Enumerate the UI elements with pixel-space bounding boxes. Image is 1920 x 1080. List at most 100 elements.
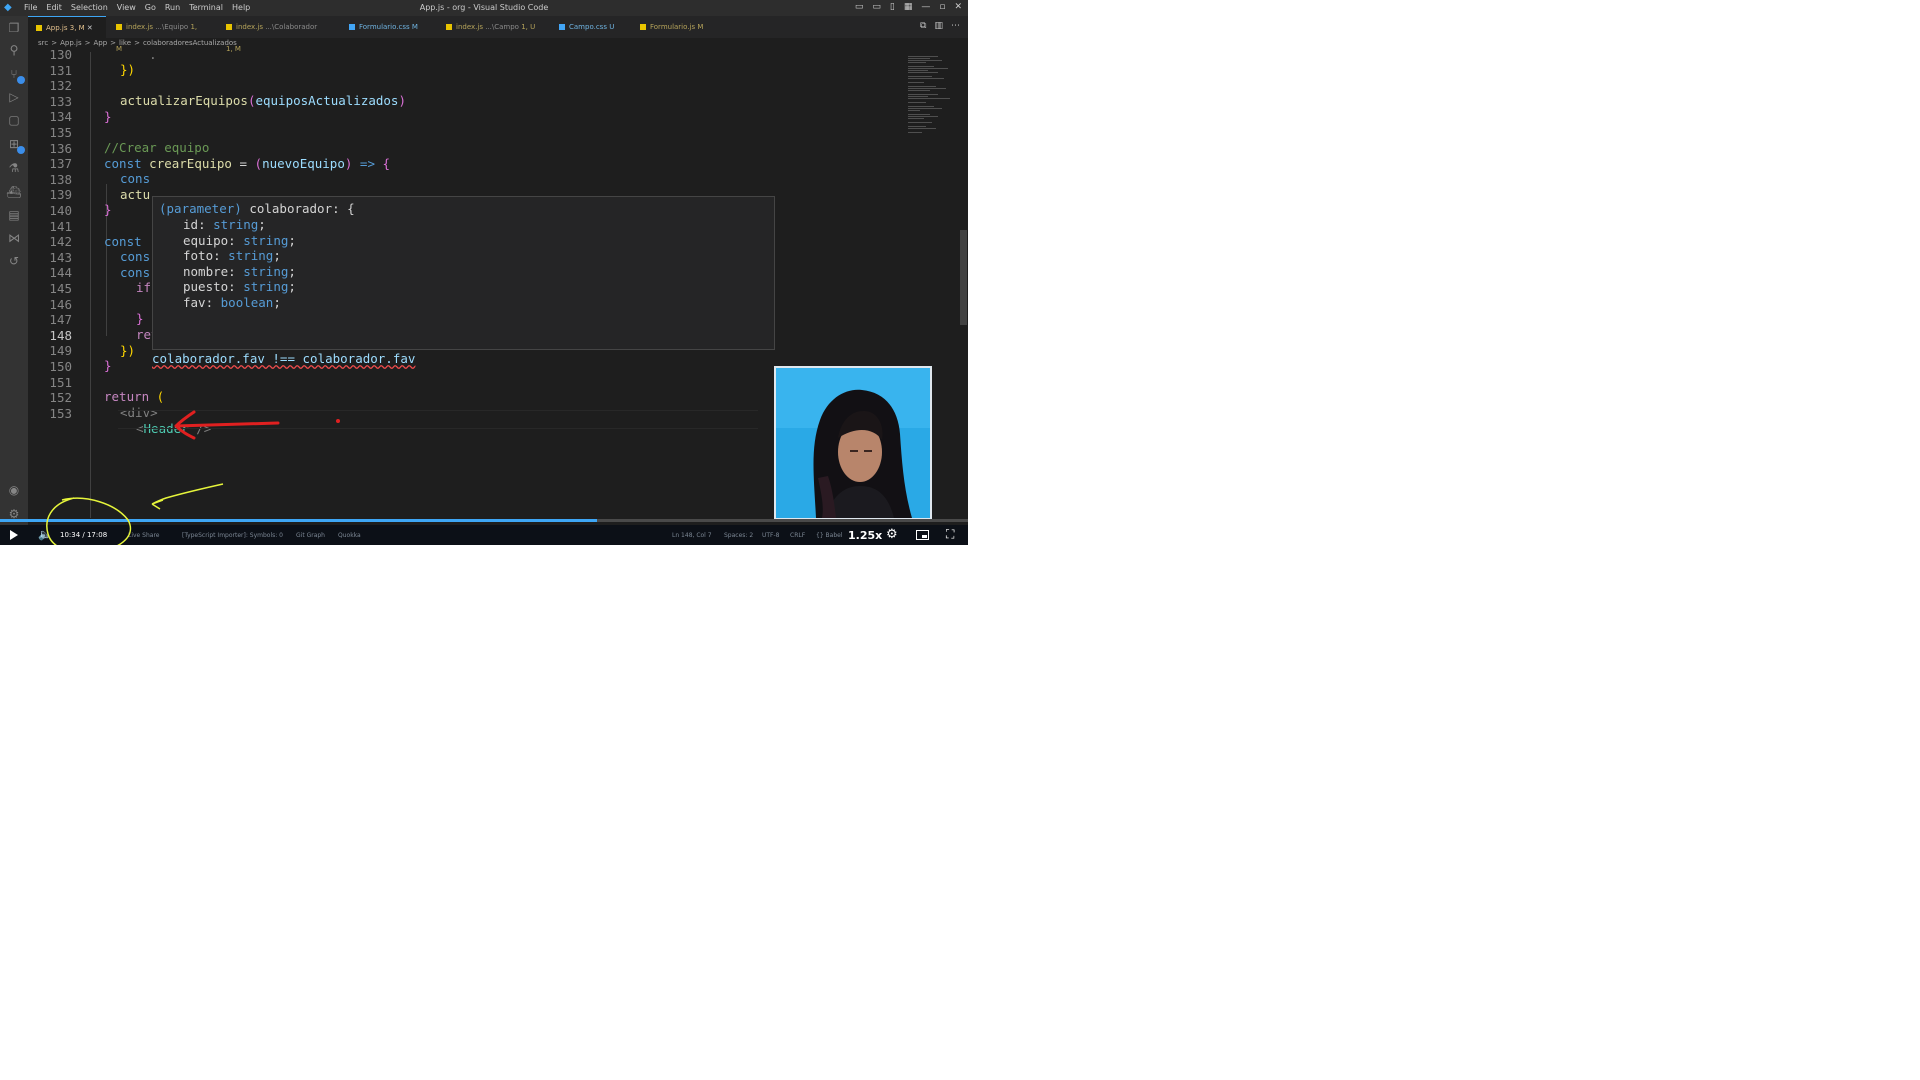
breadcrumb-separator: > [110,39,117,47]
source-control-icon[interactable]: ⑂ [6,66,25,84]
minimize-icon[interactable]: — [921,2,930,12]
run-debug-icon[interactable]: ▷ [6,89,22,105]
close-icon[interactable]: ✕ [87,24,93,32]
hover-field-semicolon: ; [288,232,296,248]
hover-field: id: string; [183,217,266,232]
hover-field-semicolon: ; [288,263,296,279]
code-line-149: } [104,358,112,373]
breadcrumb-item[interactable]: App [93,39,107,47]
extensions-icon[interactable]: ⊞ [6,136,25,154]
fullscreen-icon[interactable]: ⛶ [946,527,954,542]
tab-index-colaborador[interactable]: index.js ...\Colaborador 1, M [218,16,324,53]
compare-icon[interactable]: ⧉ [920,21,926,31]
tab-formulario-css[interactable]: Formulario.css M [341,16,429,38]
play-icon[interactable] [10,530,18,540]
code-line-132: actualizarEquipos(equiposActualizados) [120,93,406,108]
js-file-icon [36,25,42,31]
hover-field-name: puesto [183,279,229,295]
status-language[interactable]: {} Babel [816,532,843,539]
breadcrumb-item[interactable]: colaboradoresActualizados [143,39,237,47]
hover-field: equipo: string; [183,233,296,248]
breadcrumb-item[interactable]: src [38,39,48,47]
video-progress-fill [0,519,598,522]
live-share-icon[interactable]: ↺ [6,253,22,269]
minimap-line [908,94,938,95]
breadcrumb-item[interactable]: like [119,39,131,47]
remote-explorer-icon[interactable]: ▢ [6,112,22,128]
video-frame: ◆ File Edit Selection View Go Run Terminal Help… [0,0,968,545]
hover-field-name: fav [183,295,206,310]
settings-icon[interactable]: ⚙ [886,527,898,542]
hover-field-type: string [243,279,289,295]
explorer-icon[interactable]: ❐ [6,20,22,36]
editor-scrollbar[interactable] [960,230,967,325]
hover-field-colon: : [228,263,244,279]
presenter-image [776,368,930,518]
close-window-icon[interactable]: ✕ [954,2,962,12]
line-number: 153 [49,405,72,421]
tab-index-campo[interactable]: index.js ...\Campo 1, U [438,16,536,38]
hover-field-name: nombre [183,263,229,279]
tab-status: M [697,23,704,31]
hover-field-name: equipo [183,232,229,248]
playback-speed[interactable]: 1.25x [848,529,882,542]
minimap-line [908,88,946,89]
tab-app-js[interactable]: App.js 3, M ✕ [28,16,106,39]
code-line-145-error: colaborador.fav !== colaborador.fav [152,351,416,366]
accounts-icon[interactable]: ◉ [6,482,22,498]
js-file-icon [446,24,452,30]
tab-status: 3, M [69,24,85,32]
tab-formulario-js[interactable]: Formulario.js M [632,16,720,38]
hover-field-type: string [213,217,259,232]
tab-index-equipo[interactable]: index.js ...\Equipo 1, M [108,16,204,53]
split-editor-icon[interactable]: ▥ [934,21,943,31]
status-encoding[interactable]: UTF-8 [762,532,780,539]
hover-tooltip: (parameter) colaborador: { id: string; eq… [152,196,775,350]
line-number: 146 [49,296,72,312]
tab-label: index.js [236,23,263,31]
tab-campo-css[interactable]: Campo.css U [551,16,623,38]
volume-icon[interactable]: 🔈 [38,528,52,541]
sidebar-toggle-icon[interactable]: ▯ [890,2,895,12]
hover-field-name: foto [183,248,214,264]
css-file-icon [349,24,355,30]
docker-icon[interactable]: ⛴ [6,184,22,200]
status-ts-importer[interactable]: [TypeScript Importer]: Symbols: 0 [182,532,283,539]
code-line-143: cons [120,265,151,280]
hover-field-name: id [183,217,199,232]
breadcrumb-item[interactable]: App.js [60,39,82,47]
code-line-142: cons [120,249,151,264]
status-git-graph[interactable]: Git Graph [296,532,325,539]
status-cursor-position[interactable]: Ln 148, Col 7 [672,532,712,539]
minimap-line [908,114,930,115]
hover-field: fav: boolean; [183,295,281,310]
status-eol[interactable]: CRLF [790,532,805,539]
maximize-icon[interactable]: ▫ [939,2,945,12]
title-bar: ◆ File Edit Selection View Go Run Terminal Help… [0,0,968,16]
code-line-139: } [104,202,112,217]
line-number: 150 [49,359,72,374]
hover-field: puesto: string; [183,279,296,294]
testing-icon[interactable]: ⚗ [6,160,22,176]
customize-layout-icon[interactable]: ▦ [904,2,913,12]
line-number: 152 [49,390,72,406]
js-file-icon [116,24,122,30]
minimap-line [908,102,926,103]
git-graph-icon[interactable]: ⋈ [6,230,22,246]
video-progress-bar[interactable] [0,519,968,522]
status-indentation[interactable]: Spaces: 2 [724,532,753,539]
minimap-line [908,58,930,59]
search-icon[interactable]: ⚲ [6,42,22,58]
database-icon[interactable]: ▤ [6,207,22,223]
more-actions-icon[interactable]: ⋯ [951,21,960,31]
hover-field: foto: string; [183,248,281,263]
status-live-share[interactable]: Live Share [128,532,159,539]
status-quokka[interactable]: Quokka [338,532,361,539]
miniplayer-icon[interactable] [916,530,929,540]
line-number: 133 [49,93,72,109]
layout-icon[interactable]: ▭ [855,2,864,12]
code-line-135: //Crear equipo [104,140,210,155]
panel-toggle-icon[interactable]: ▭ [872,2,881,12]
tab-label: index.js [456,23,483,31]
tab-path: ...\Equipo [155,23,189,31]
